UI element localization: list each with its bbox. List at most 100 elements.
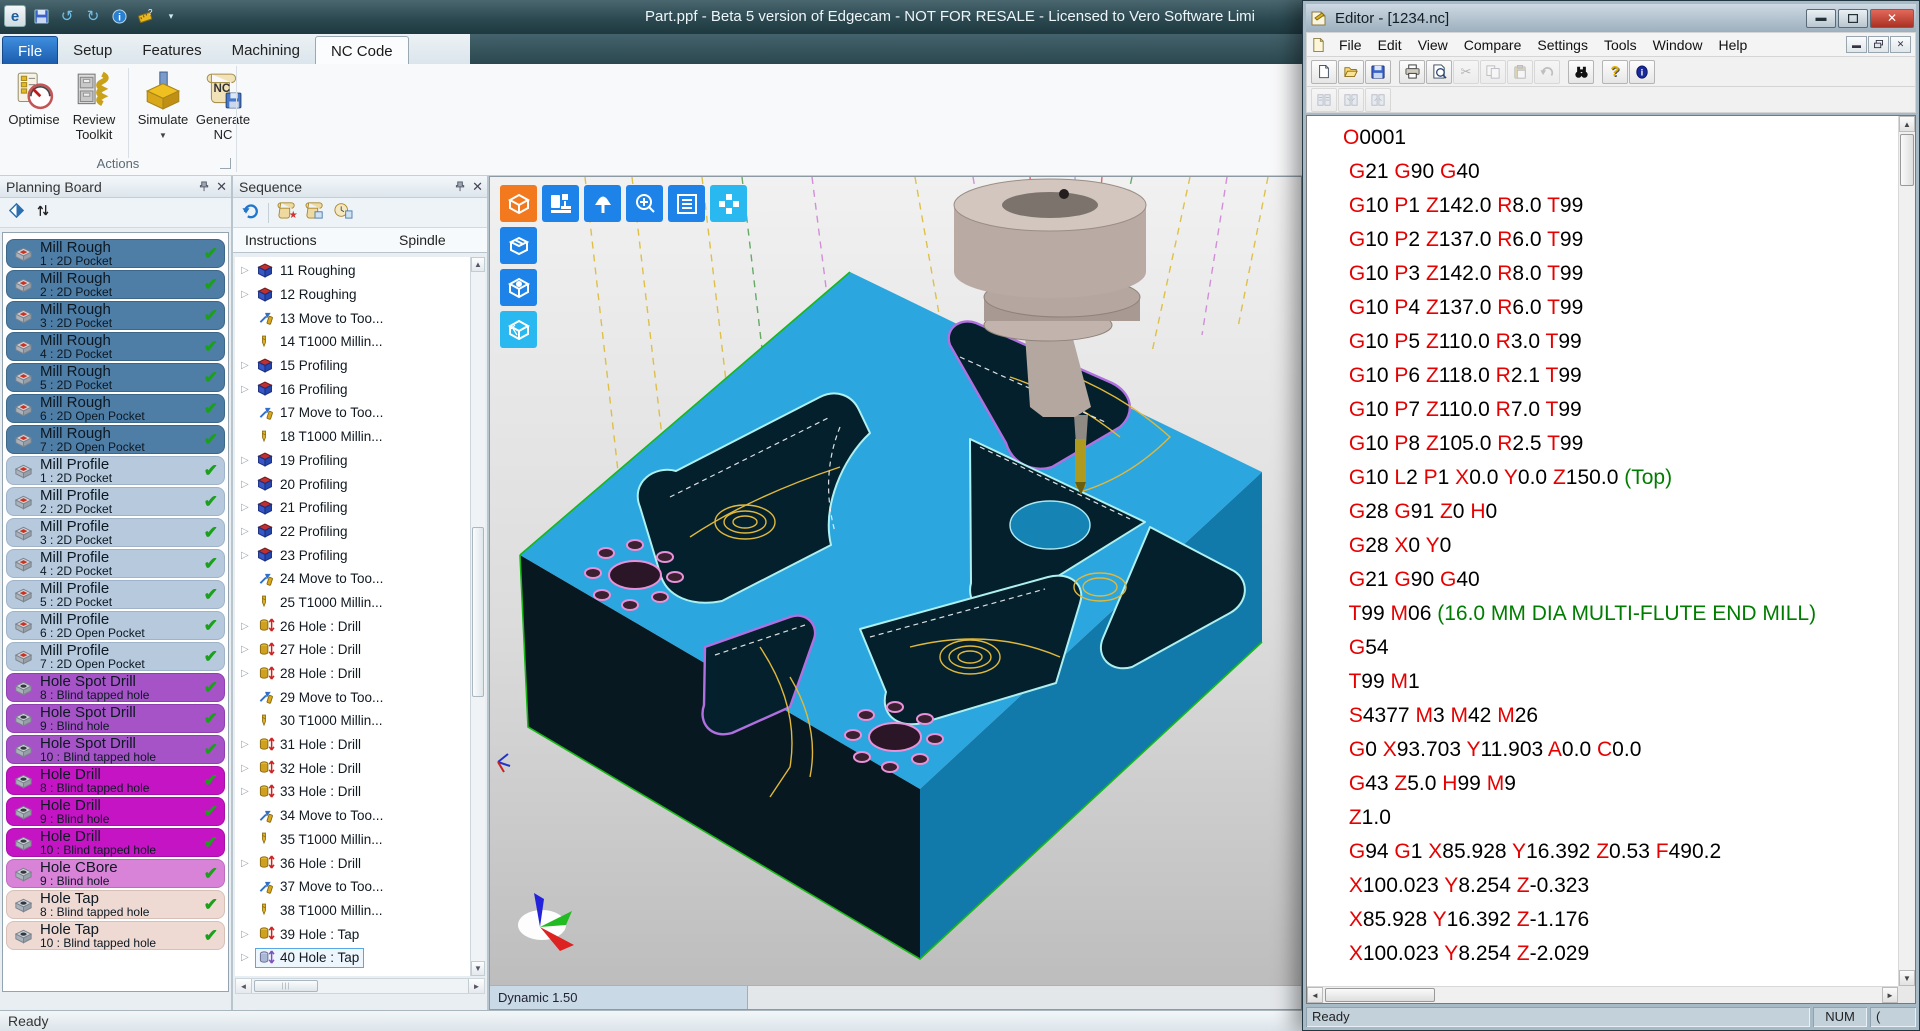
feature-diamond-icon[interactable]: [8, 202, 25, 224]
sequence-item[interactable]: ▷21 Profiling: [235, 496, 470, 520]
planning-item[interactable]: Mill Rough2 : 2D Pocket✔: [6, 270, 225, 299]
expand-arrow-icon[interactable]: ▷: [241, 360, 255, 371]
list-view-button[interactable]: [668, 185, 705, 222]
planning-item[interactable]: Mill Rough5 : 2D Pocket✔: [6, 363, 225, 392]
expand-arrow-icon[interactable]: ▷: [241, 952, 255, 963]
sequence-item[interactable]: 17 Move to Too...: [235, 401, 470, 425]
planning-item[interactable]: Mill Profile4 : 2D Pocket✔: [6, 549, 225, 578]
planning-item[interactable]: Hole Spot Drill10 : Blind tapped hole✔: [6, 735, 225, 764]
grid-layout-button[interactable]: [710, 185, 747, 222]
solid-view-button[interactable]: [500, 269, 537, 306]
tab-setup[interactable]: Setup: [58, 36, 127, 64]
sequence-item[interactable]: 34 Move to Too...: [235, 804, 470, 828]
expand-arrow-icon[interactable]: ▷: [241, 550, 255, 561]
sequence-item[interactable]: ▷27 Hole : Drill: [235, 638, 470, 662]
expand-arrow-icon[interactable]: ▷: [241, 668, 255, 679]
sequence-item[interactable]: ▷19 Profiling: [235, 449, 470, 473]
planning-item[interactable]: Hole Spot Drill9 : Blind hole✔: [6, 704, 225, 733]
close-button[interactable]: ✕: [1870, 9, 1914, 28]
sequence-item[interactable]: 37 Move to Too...: [235, 875, 470, 899]
planning-item[interactable]: Hole Tap8 : Blind tapped hole✔: [6, 890, 225, 919]
menu-tools[interactable]: Tools: [1596, 37, 1645, 53]
planning-item[interactable]: Mill Profile5 : 2D Pocket✔: [6, 580, 225, 609]
sequence-item[interactable]: 24 Move to Too...: [235, 567, 470, 591]
planning-item[interactable]: Mill Profile1 : 2D Pocket✔: [6, 456, 225, 485]
sequence-item[interactable]: ▷11 Roughing: [235, 259, 470, 283]
expand-arrow-icon[interactable]: ▷: [241, 289, 255, 300]
close-icon[interactable]: ✕: [216, 179, 227, 195]
planning-item[interactable]: Hole Drill9 : Blind hole✔: [6, 797, 225, 826]
scroll-up-icon[interactable]: ▲: [471, 257, 485, 272]
cut-button[interactable]: ✂: [1453, 60, 1479, 84]
planning-item[interactable]: Mill Rough6 : 2D Open Pocket✔: [6, 394, 225, 423]
sequence-item[interactable]: ▷28 Hole : Drill: [235, 662, 470, 686]
about-button[interactable]: i: [1629, 60, 1655, 84]
sequence-item[interactable]: ▷23 Profiling: [235, 543, 470, 567]
planning-item[interactable]: Mill Profile3 : 2D Pocket✔: [6, 518, 225, 547]
compare-prev-button[interactable]: [1365, 88, 1391, 112]
mdi-close-icon[interactable]: ✕: [1890, 36, 1911, 53]
maximize-button[interactable]: [1838, 9, 1868, 28]
open-file-button[interactable]: [1338, 60, 1364, 84]
tab-file[interactable]: File: [2, 36, 58, 64]
help-button[interactable]: ?: [1602, 60, 1628, 84]
planning-item[interactable]: Hole CBore9 : Blind hole✔: [6, 859, 225, 888]
sequence-item[interactable]: ▷33 Hole : Drill: [235, 780, 470, 804]
tab-nc-code[interactable]: NC Code: [315, 36, 409, 64]
menu-compare[interactable]: Compare: [1456, 37, 1530, 53]
close-icon[interactable]: ✕: [472, 179, 483, 195]
pin-icon[interactable]: [199, 179, 210, 195]
find-button[interactable]: [1568, 60, 1594, 84]
expand-arrow-icon[interactable]: ▷: [241, 455, 255, 466]
planning-item[interactable]: Mill Profile7 : 2D Open Pocket✔: [6, 642, 225, 671]
planning-item[interactable]: Mill Rough1 : 2D Pocket✔: [6, 239, 225, 268]
sequence-item[interactable]: ▷16 Profiling: [235, 377, 470, 401]
expand-arrow-icon[interactable]: ▷: [241, 739, 255, 750]
review-toolkit-button[interactable]: Review Toolkit: [64, 68, 124, 142]
scrollbar-thumb[interactable]: |||: [254, 980, 318, 992]
sequence-item[interactable]: 25 T1000 Millin...: [235, 591, 470, 615]
column-instructions[interactable]: Instructions: [245, 232, 317, 248]
expand-arrow-icon[interactable]: ▷: [241, 479, 255, 490]
sequence-doc-icon[interactable]: [305, 201, 325, 224]
sequence-item[interactable]: ▷39 Hole : Tap: [235, 922, 470, 946]
paste-button[interactable]: [1507, 60, 1533, 84]
undo-button[interactable]: [1534, 60, 1560, 84]
planning-item[interactable]: Hole Drill8 : Blind tapped hole✔: [6, 766, 225, 795]
expand-arrow-icon[interactable]: ▷: [241, 265, 255, 276]
sequence-item[interactable]: 13 Move to Too...: [235, 306, 470, 330]
sequence-item[interactable]: 30 T1000 Millin...: [235, 709, 470, 733]
print-button[interactable]: [1399, 60, 1425, 84]
planning-item[interactable]: Hole Tap10 : Blind tapped hole✔: [6, 921, 225, 950]
menu-settings[interactable]: Settings: [1529, 37, 1596, 53]
planning-item[interactable]: Mill Rough7 : 2D Open Pocket✔: [6, 425, 225, 454]
pin-icon[interactable]: [455, 179, 466, 195]
expand-arrow-icon[interactable]: ▷: [241, 786, 255, 797]
shading-mode-button[interactable]: [500, 185, 537, 222]
planning-item[interactable]: Hole Drill10 : Blind tapped hole✔: [6, 828, 225, 857]
qat-more-icon[interactable]: ▾: [160, 5, 182, 27]
optimise-button[interactable]: Optimise: [4, 68, 64, 127]
scrollbar-thumb[interactable]: [1900, 134, 1914, 186]
column-spindle[interactable]: Spindle: [399, 232, 487, 248]
nc-code-area[interactable]: O0001 G21 G90 G40 G10 P1 Z142.0 R8.0 T99…: [1306, 115, 1916, 1004]
expand-arrow-icon[interactable]: ▷: [241, 763, 255, 774]
scroll-down-icon[interactable]: ▼: [471, 961, 485, 976]
planning-item[interactable]: Mill Profile2 : 2D Pocket✔: [6, 487, 225, 516]
expand-arrow-icon[interactable]: ▷: [241, 858, 255, 869]
sequence-item[interactable]: 29 Move to Too...: [235, 685, 470, 709]
sequence-item[interactable]: 38 T1000 Millin...: [235, 899, 470, 923]
menu-window[interactable]: Window: [1645, 37, 1711, 53]
sequence-item[interactable]: 18 T1000 Millin...: [235, 425, 470, 449]
planning-item[interactable]: Mill Rough4 : 2D Pocket✔: [6, 332, 225, 361]
scroll-up-icon[interactable]: ▲: [1899, 116, 1915, 132]
redo-icon[interactable]: ↻: [82, 5, 104, 27]
expand-arrow-icon[interactable]: ▷: [241, 384, 255, 395]
minimize-button[interactable]: ▬: [1806, 9, 1836, 28]
menu-help[interactable]: Help: [1710, 37, 1755, 53]
sequence-item[interactable]: ▷20 Profiling: [235, 472, 470, 496]
menu-edit[interactable]: Edit: [1370, 37, 1410, 53]
sequence-item[interactable]: ▷32 Hole : Drill: [235, 756, 470, 780]
editor-titlebar[interactable]: Editor - [1234.nc] ▬ ✕: [1306, 4, 1916, 32]
zoom-dynamic-button[interactable]: [626, 185, 663, 222]
